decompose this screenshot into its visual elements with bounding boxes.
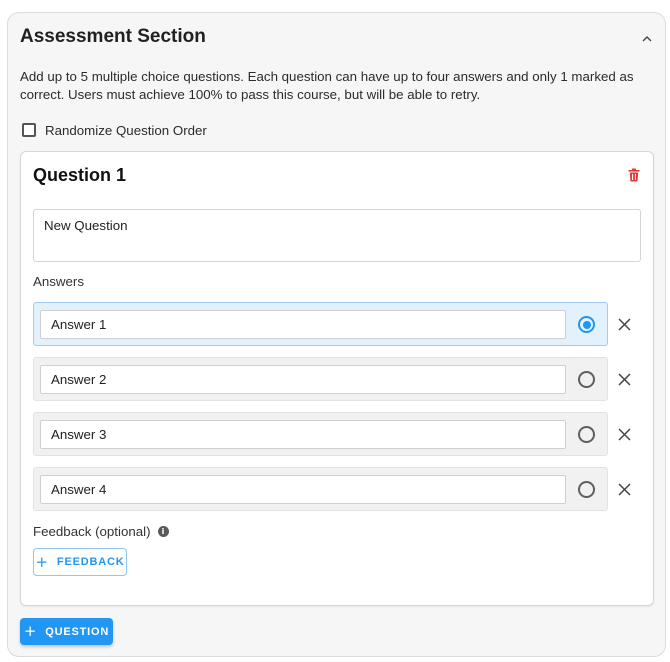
section-title: Assessment Section bbox=[20, 26, 206, 47]
checkbox-box[interactable] bbox=[22, 123, 36, 137]
answer-row bbox=[33, 302, 608, 346]
remove-answer-button[interactable] bbox=[616, 426, 632, 442]
close-icon bbox=[617, 482, 631, 496]
close-icon bbox=[617, 372, 631, 386]
info-icon[interactable]: i bbox=[157, 526, 169, 537]
feedback-label: Feedback (optional) bbox=[33, 524, 151, 539]
answer-row bbox=[33, 357, 608, 401]
answer-row bbox=[33, 412, 608, 456]
correct-answer-radio[interactable] bbox=[578, 481, 595, 498]
chevron-up-icon bbox=[642, 36, 652, 42]
remove-answer-button[interactable] bbox=[616, 316, 632, 332]
correct-answer-radio[interactable] bbox=[578, 316, 595, 333]
delete-question-button[interactable] bbox=[624, 165, 644, 185]
close-icon bbox=[617, 427, 631, 441]
question-title: Question 1 bbox=[33, 165, 127, 185]
feedback-label-row: Feedback (optional) i bbox=[33, 524, 169, 539]
answer-row bbox=[33, 467, 608, 511]
correct-answer-radio[interactable] bbox=[578, 371, 595, 388]
question-text-input[interactable]: New Question bbox=[33, 209, 641, 262]
section-description: Add up to 5 multiple choice questions. E… bbox=[20, 69, 634, 102]
randomize-question-order-checkbox[interactable]: Randomize Question Order bbox=[20, 120, 207, 140]
collapse-button[interactable] bbox=[636, 28, 658, 50]
plus-icon: + bbox=[23, 622, 38, 640]
remove-answer-button[interactable] bbox=[616, 481, 632, 497]
correct-answer-radio[interactable] bbox=[578, 426, 595, 443]
answers-label: Answers bbox=[33, 274, 84, 289]
radio-selected-dot bbox=[582, 320, 591, 329]
answer-input[interactable] bbox=[40, 310, 566, 339]
plus-icon: + bbox=[35, 552, 49, 571]
trash-icon bbox=[628, 168, 640, 182]
remove-answer-button[interactable] bbox=[616, 371, 632, 387]
close-icon bbox=[617, 317, 631, 331]
add-feedback-label: FEEDBACK bbox=[56, 556, 125, 568]
answer-input[interactable] bbox=[40, 420, 566, 449]
add-feedback-button[interactable]: + FEEDBACK bbox=[33, 548, 127, 576]
add-question-button[interactable]: + QUESTION bbox=[20, 618, 113, 645]
answer-input[interactable] bbox=[40, 475, 566, 504]
randomize-label: Randomize Question Order bbox=[45, 122, 207, 138]
add-question-label: QUESTION bbox=[45, 625, 110, 638]
answer-input[interactable] bbox=[40, 365, 566, 394]
